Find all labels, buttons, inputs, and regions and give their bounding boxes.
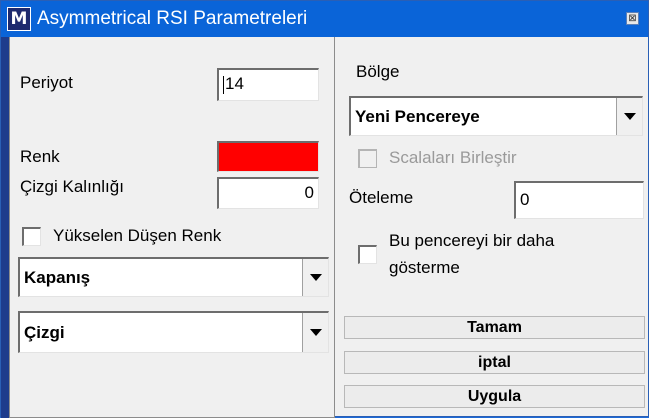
line-width-input[interactable]: 0 [217,177,319,209]
offset-value: 0 [520,190,530,209]
chevron-down-icon [624,113,636,120]
left-edge-strip [1,37,9,418]
style-dropdown-button[interactable] [302,313,328,352]
offset-label: Öteleme [349,188,414,207]
region-select[interactable]: Yeni Pencereye [349,96,643,136]
region-label: Bölge [356,62,400,81]
title-bar[interactable]: M Asymmetrical RSI Parametreleri ⊠ [1,1,648,37]
source-select-value: Kapanış [24,268,91,287]
dont-show-again-label-line1: Bu pencereyi bir daha [389,231,555,250]
region-dropdown-button[interactable] [616,98,642,135]
rise-fall-color-label: Yükselen Düşen Renk [53,226,222,245]
source-dropdown-button[interactable] [302,259,328,296]
window-title: Asymmetrical RSI Parametreleri [37,8,308,29]
cancel-button[interactable]: iptal [344,351,645,374]
period-input[interactable]: 14 [217,68,319,101]
dialog-window: M Asymmetrical RSI Parametreleri ⊠ Periy… [0,0,649,418]
merge-scales-label: Scalaları Birleştir [389,148,517,167]
period-label: Periyot [20,73,73,92]
style-select-value: Çizgi [24,323,65,342]
dont-show-again-label-line2: gösterme [389,258,460,277]
color-swatch[interactable] [217,141,319,172]
region-select-value: Yeni Pencereye [355,107,480,126]
dont-show-again-checkbox[interactable] [358,245,377,264]
color-label: Renk [20,147,60,166]
line-width-value: 0 [304,183,314,202]
chevron-down-icon [310,329,322,336]
offset-input[interactable]: 0 [514,181,644,219]
close-icon[interactable]: ⊠ [626,12,639,25]
app-logo-icon: M [7,7,31,31]
style-select[interactable]: Çizgi [18,311,329,353]
ok-button[interactable]: Tamam [344,316,645,339]
text-caret [223,75,224,94]
line-width-label: Çizgi Kalınlığı [20,177,124,196]
apply-button[interactable]: Uygula [344,385,645,408]
source-select[interactable]: Kapanış [18,257,329,297]
period-value: 14 [225,74,244,93]
merge-scales-checkbox[interactable] [358,149,377,168]
chevron-down-icon [310,274,322,281]
rise-fall-color-checkbox[interactable] [22,227,41,246]
